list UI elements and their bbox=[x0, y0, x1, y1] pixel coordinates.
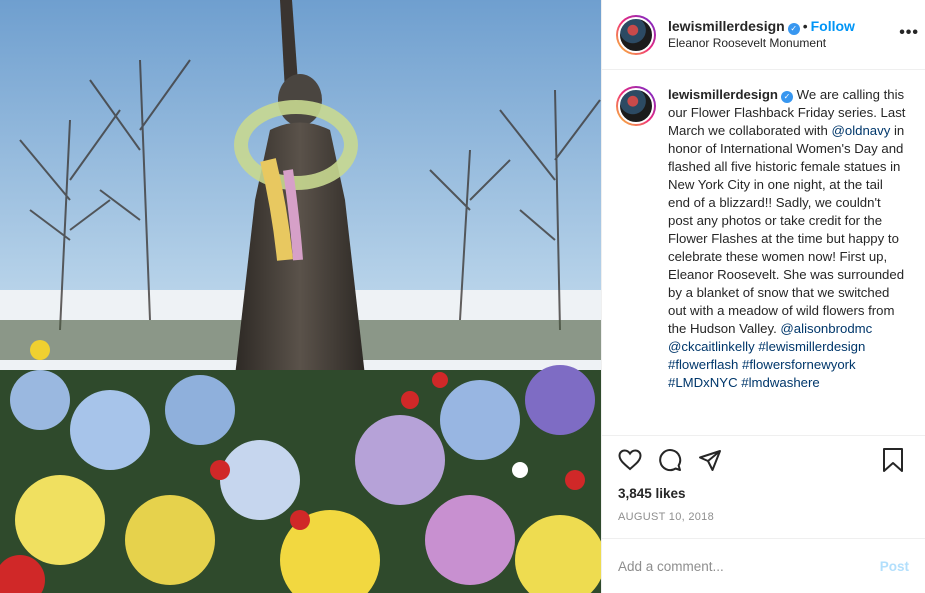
mention-alisonbrodmc[interactable]: @alisonbrodmc bbox=[780, 321, 872, 336]
mention-oldnavy[interactable]: @oldnavy bbox=[831, 123, 890, 138]
comment-icon[interactable] bbox=[656, 446, 684, 474]
header-user-info: lewismillerdesign ✓ • Follow Eleanor Roosev… bbox=[668, 18, 855, 52]
more-horizontal-icon[interactable]: ••• bbox=[899, 24, 919, 42]
mention-ckcaitlinkelly[interactable]: @ckcaitlinkelly bbox=[668, 339, 755, 354]
follow-button[interactable]: Follow bbox=[811, 18, 855, 34]
post-comment-button[interactable]: Post bbox=[880, 559, 909, 574]
share-icon[interactable] bbox=[696, 446, 724, 474]
instagram-post: lewismillerdesign ✓ • Follow Eleanor Roosev… bbox=[0, 0, 925, 593]
likes-count[interactable]: 3,845 likes bbox=[602, 484, 925, 504]
caption-username[interactable]: lewismillerdesign bbox=[668, 87, 778, 102]
comment-box: Add a comment... Post bbox=[602, 538, 925, 593]
hashtag-lmdxnyc[interactable]: #LMDxNYC bbox=[668, 375, 738, 390]
caption-body-2: in honor of International Women's Day an… bbox=[668, 123, 905, 336]
comment-input[interactable]: Add a comment... bbox=[618, 559, 880, 574]
post-panel: lewismillerdesign ✓ • Follow Eleanor Roosev… bbox=[601, 0, 925, 593]
post-photo[interactable] bbox=[0, 0, 601, 593]
location-link[interactable]: Eleanor Roosevelt Monument bbox=[668, 35, 855, 52]
bookmark-icon[interactable] bbox=[879, 446, 907, 474]
hashtag-lewismillerdesign[interactable]: #lewismillerdesign bbox=[758, 339, 865, 354]
post-date: AUGUST 10, 2018 bbox=[618, 511, 715, 523]
caption-avatar[interactable] bbox=[616, 86, 656, 126]
post-header: lewismillerdesign ✓ • Follow Eleanor Roosev… bbox=[602, 0, 925, 70]
follow-separator: • bbox=[802, 17, 808, 34]
avatar[interactable] bbox=[616, 14, 656, 55]
statue-flowers-image bbox=[0, 0, 601, 593]
hashtag-flowersfornewyork[interactable]: #flowersfornewyork bbox=[742, 357, 856, 372]
caption-text: lewismillerdesign ✓ We are calling this o… bbox=[668, 86, 908, 435]
action-bar bbox=[602, 436, 925, 484]
hashtag-flowerflash[interactable]: #flowerflash bbox=[668, 357, 738, 372]
caption: lewismillerdesign ✓ We are calling this o… bbox=[602, 70, 925, 436]
verified-badge-icon: ✓ bbox=[780, 91, 793, 103]
header-username[interactable]: lewismillerdesign bbox=[668, 18, 785, 34]
heart-icon[interactable] bbox=[616, 446, 644, 474]
verified-badge-icon: ✓ bbox=[787, 22, 800, 35]
hashtag-lmdwashere[interactable]: #lmdwashere bbox=[741, 375, 819, 390]
